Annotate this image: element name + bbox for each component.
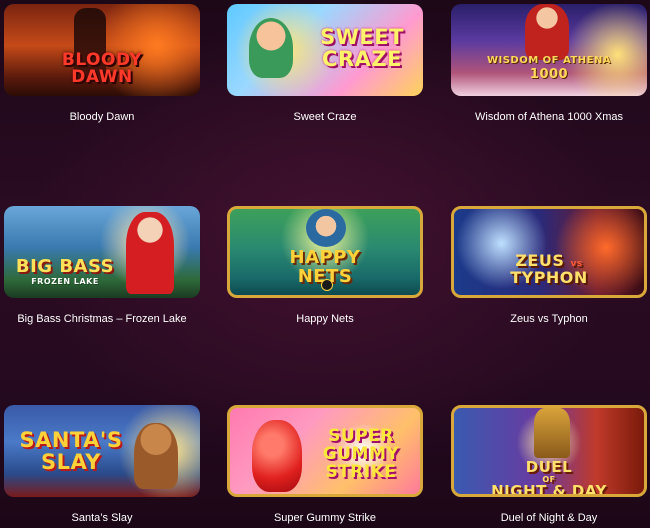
thumbnail-art [252,420,302,492]
game-title[interactable]: Santa’s Slay [4,511,200,525]
game-title[interactable]: Wisdom of Athena 1000 Xmas [451,110,647,124]
game-thumbnail[interactable]: WISDOM OF ATHENA 1000 [451,4,647,96]
game-thumbnail[interactable]: DUEL OF NIGHT & DAY [451,405,647,497]
game-logo: SANTA'S SLAY [19,428,123,475]
game-logo: BIG BASS FROZEN LAKE [15,256,115,286]
game-logo: SWEET CRAZE [320,25,404,72]
game-card-sweet-craze[interactable]: SWEET CRAZE Sweet Craze [227,4,423,124]
game-logo: BLOODY DAWN [61,50,143,87]
game-title[interactable]: Super Gummy Strike [227,511,423,525]
game-logo: SUPER GUMMY STRIKE [322,426,400,482]
game-title[interactable]: Happy Nets [227,312,423,326]
game-logo: ZEUS vs TYPHON [510,251,588,287]
game-title[interactable]: Big Bass Christmas – Frozen Lake [4,312,200,326]
thumbnail-art [134,423,178,489]
game-logo: WISDOM OF ATHENA 1000 [486,55,612,82]
thumbnail-art [249,18,293,78]
game-title[interactable]: Sweet Craze [227,110,423,124]
thumbnail-art [126,212,174,294]
game-title[interactable]: Bloody Dawn [4,110,200,124]
game-card-santas-slay[interactable]: SANTA'S SLAY Santa’s Slay [4,405,200,525]
game-logo: DUEL OF NIGHT & DAY [491,458,607,497]
game-card-zeus-vs-typhon[interactable]: ZEUS vs TYPHON Zeus vs Typhon [451,206,647,326]
game-title[interactable]: Zeus vs Typhon [451,312,647,326]
game-card-bloody-dawn[interactable]: BLOODY DAWN Bloody Dawn [4,4,200,124]
game-thumbnail[interactable]: BIG BASS FROZEN LAKE [4,206,200,298]
game-thumbnail[interactable]: ZEUS vs TYPHON [451,206,647,298]
thumbnail-art [525,4,569,60]
game-thumbnail[interactable]: SANTA'S SLAY [4,405,200,497]
game-thumbnail[interactable]: SWEET CRAZE [227,4,423,96]
game-thumbnail[interactable]: BLOODY DAWN [4,4,200,96]
game-card-duel-of-night-and-day[interactable]: DUEL OF NIGHT & DAY Duel of Night & Day [451,405,647,525]
game-thumbnail[interactable]: SUPER GUMMY STRIKE [227,405,423,497]
game-thumbnail[interactable]: HAPPY NETS [227,206,423,298]
thumbnail-art [534,408,570,458]
game-card-super-gummy-strike[interactable]: SUPER GUMMY STRIKE Super Gummy Strike [227,405,423,525]
game-card-happy-nets[interactable]: HAPPY NETS Happy Nets [227,206,423,326]
paw-icon [321,279,333,291]
game-card-big-bass-christmas[interactable]: BIG BASS FROZEN LAKE Big Bass Christmas … [4,206,200,326]
game-card-wisdom-of-athena[interactable]: WISDOM OF ATHENA 1000 Wisdom of Athena 1… [451,4,647,124]
thumbnail-art [306,209,346,247]
game-title[interactable]: Duel of Night & Day [451,511,647,525]
